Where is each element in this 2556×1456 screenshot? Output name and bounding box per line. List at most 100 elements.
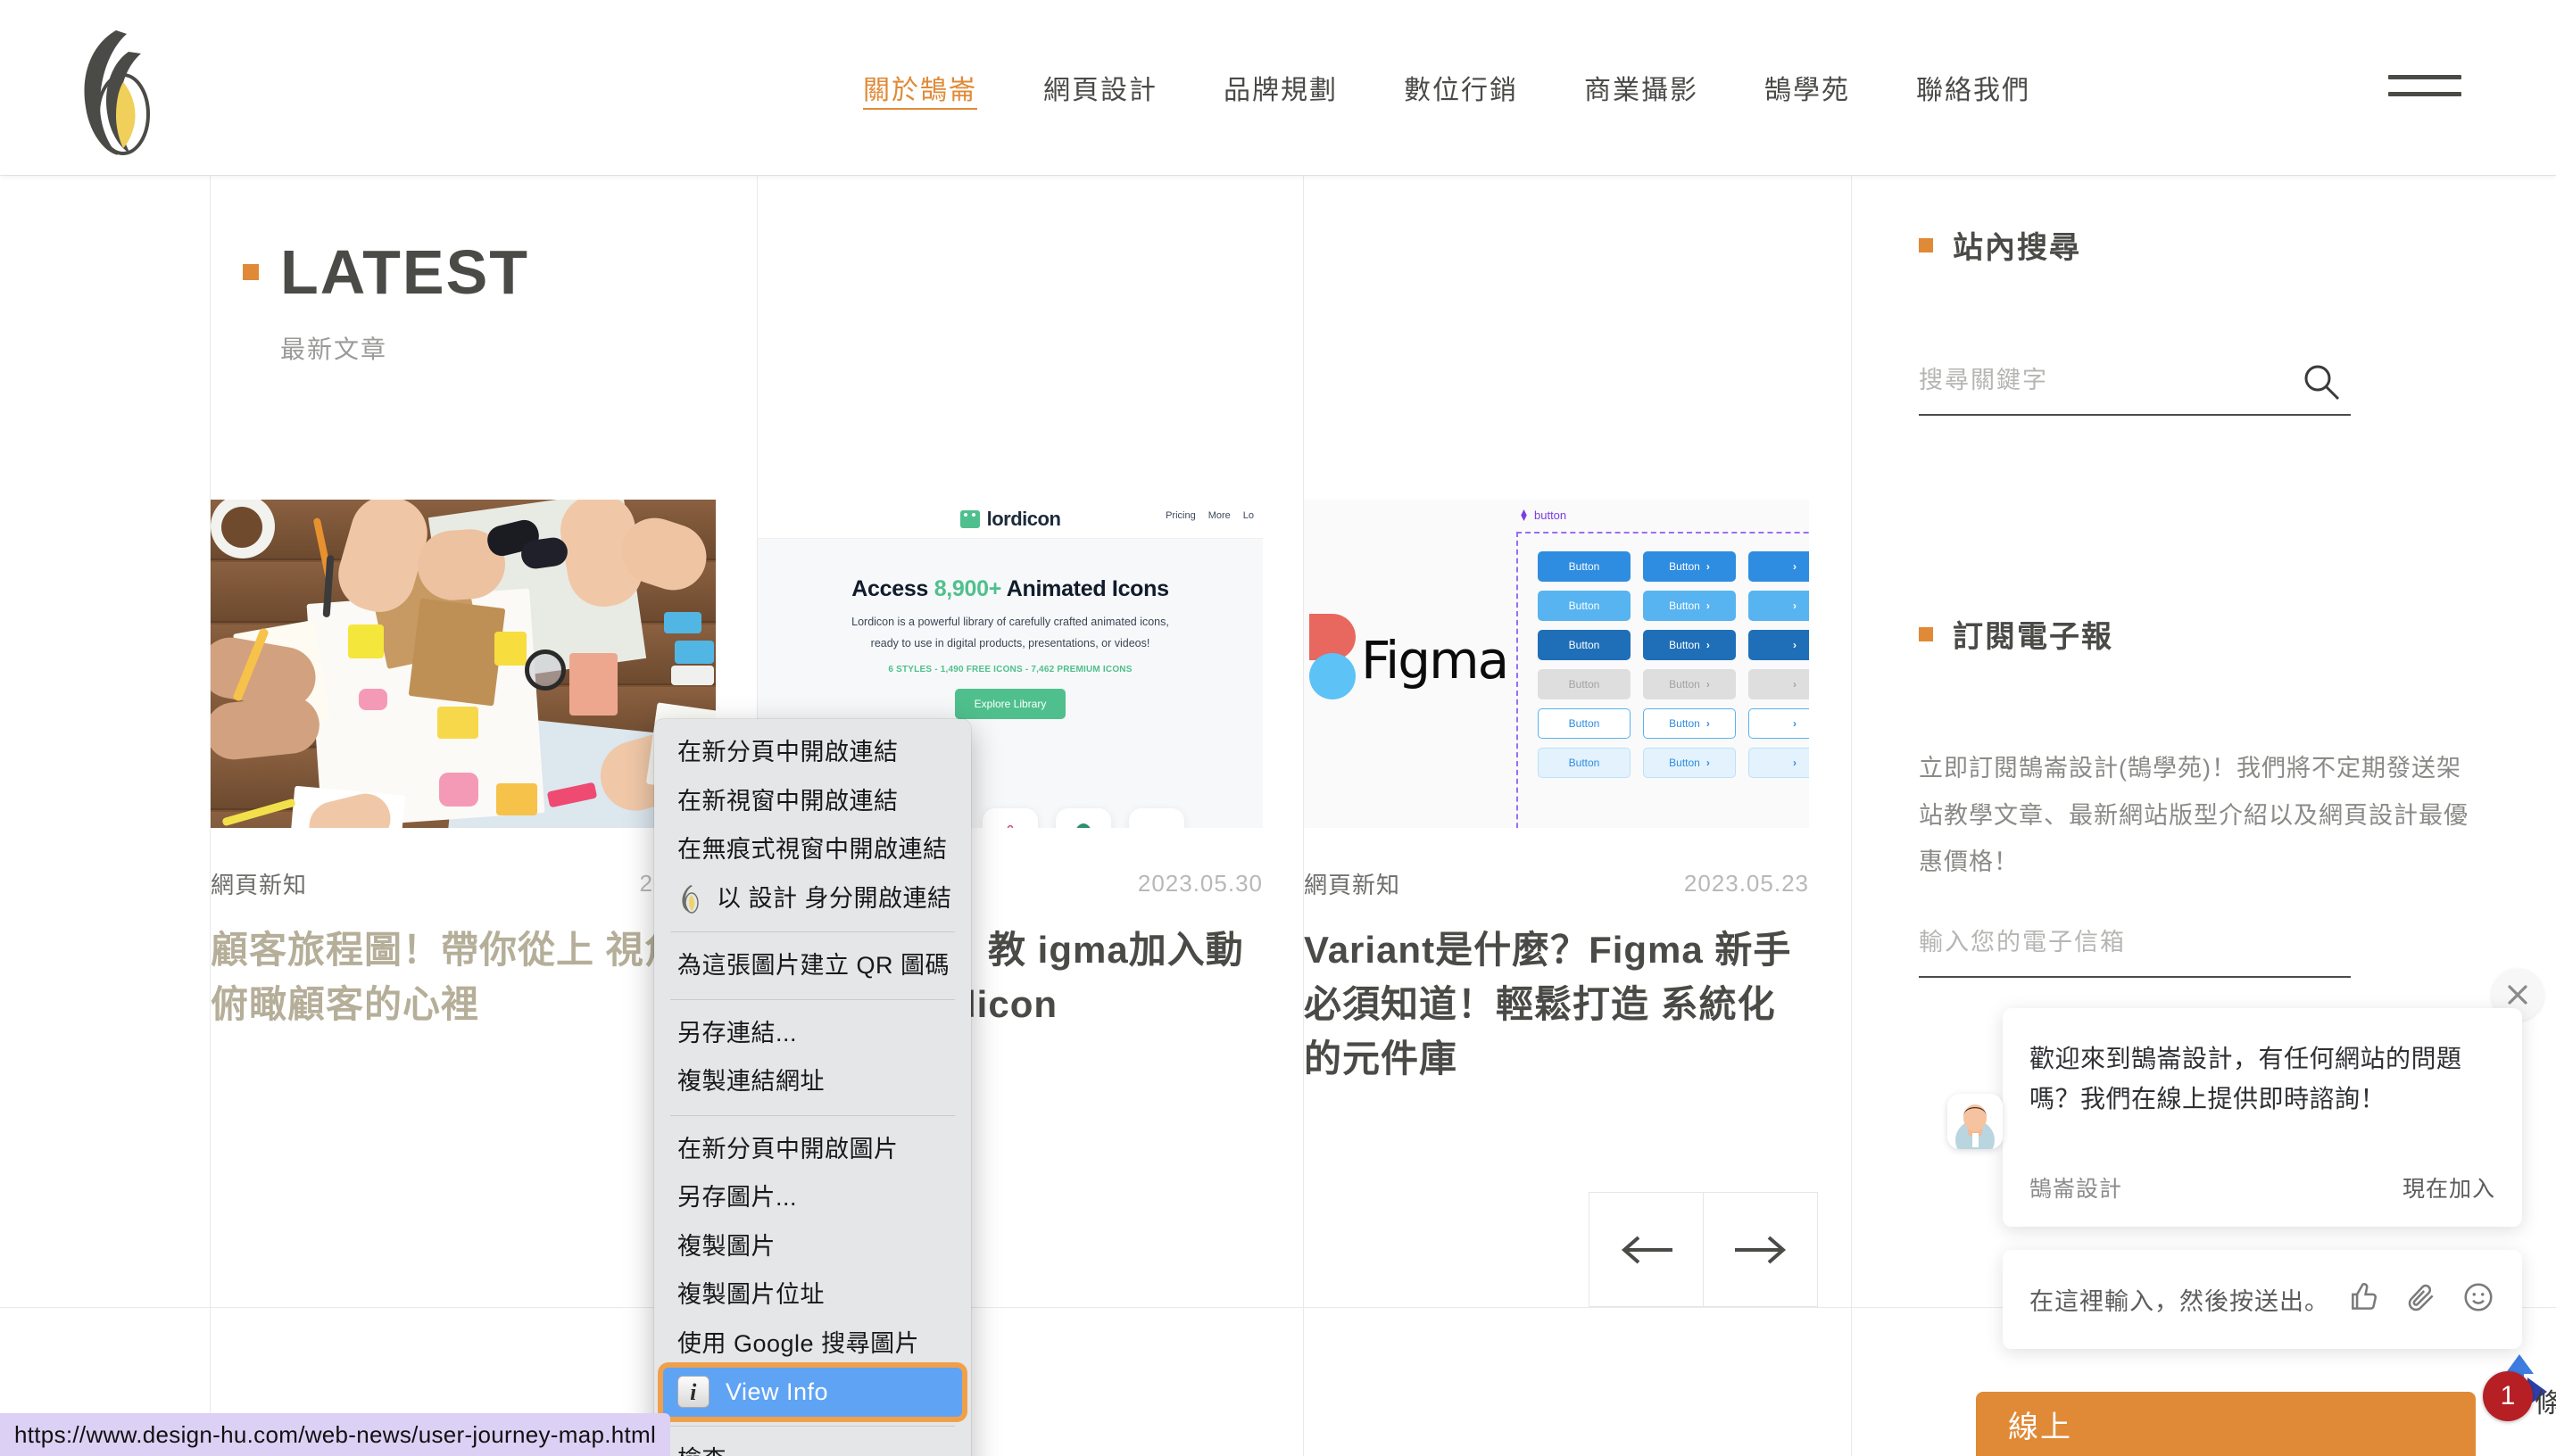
carousel-prev-button[interactable]: [1589, 1192, 1704, 1307]
browser-status-bar-url: https://www.design-hu.com/web-news/user-…: [0, 1413, 671, 1456]
context-menu-item-open-incognito[interactable]: 在無痕式視窗中開啟連結: [654, 825, 971, 874]
figma-button-label: Button: [1669, 678, 1700, 691]
figma-button-variant: Button: [1538, 630, 1631, 660]
figma-variant-buttons-screenshot[interactable]: Figma button Button Button › › Button But…: [1304, 500, 1809, 828]
figma-button-label: Button: [1568, 600, 1600, 612]
search-field[interactable]: [1919, 365, 2351, 416]
lordicon-mini-nav: Pricing More Lo: [1166, 510, 1254, 521]
article-title[interactable]: Variant是什麼？Figma 新手必須知道！輕鬆打造 系統化的元件庫: [1304, 923, 1809, 1087]
search-input[interactable]: [1919, 367, 2303, 394]
newsletter-widget-title: 訂閱電子報: [1953, 620, 2113, 654]
arrow-right-icon: [1734, 1235, 1786, 1264]
agent-avatar: [1947, 1094, 2003, 1149]
newsletter-description: 立即訂閱鵠崙設計(鵠學苑)！我們將不定期發送架站教學文章、最新網站版型介紹以及網…: [1919, 755, 2469, 876]
context-menu-item-inspect[interactable]: 檢查: [654, 1435, 971, 1456]
online-status-bar[interactable]: 線上: [1976, 1392, 2476, 1456]
context-menu-separator: [670, 931, 955, 932]
paperclip-icon[interactable]: [2404, 1280, 2438, 1319]
carousel-next-button[interactable]: [1703, 1192, 1818, 1307]
nav-item-web-design[interactable]: 網頁設計: [1010, 68, 1191, 107]
nav-item-branding[interactable]: 品牌規劃: [1191, 68, 1371, 107]
figma-button-variant: Button ›: [1643, 748, 1736, 778]
carousel-controls: [1589, 1192, 1818, 1307]
nav-item-digital-marketing[interactable]: 數位行銷: [1371, 68, 1551, 107]
lordicon-wordmark: lordicon: [986, 507, 1061, 530]
page-subtitle: 最新文章: [280, 335, 388, 363]
context-menu-item-create-qr[interactable]: 為這張圖片建立 QR 圖碼: [654, 941, 971, 990]
context-menu-item-view-info-label: View Info: [726, 1378, 829, 1405]
lordicon-nav-pricing: Pricing: [1166, 510, 1196, 521]
live-chat-widget: 歡迎來到鵠崙設計，有任何網站的問題嗎？我們在線上提供即時諮詢！ 鵠崙設計 現在加…: [1947, 969, 2544, 1349]
figma-button-variant: ›: [1748, 551, 1809, 582]
online-status-label: 線上: [2008, 1410, 2072, 1444]
site-search-widget: 站內搜尋: [1919, 223, 2472, 416]
figma-button-variant: Button: [1538, 669, 1631, 699]
figma-button-label: Button: [1669, 717, 1700, 730]
article-category[interactable]: 網頁新知: [211, 867, 307, 900]
figma-button-variant: ›: [1748, 630, 1809, 660]
figma-button-label: Button: [1669, 560, 1700, 573]
chat-input-bar[interactable]: 在這裡輸入，然後按送出。: [2003, 1249, 2522, 1349]
latest-section-heading: LATEST 最新文章: [243, 241, 529, 366]
figma-button-variant: ›: [1748, 669, 1809, 699]
browser-context-menu: 在新分頁中開啟連結 在新視窗中開啟連結 在無痕式視窗中開啟連結 以 設計 身分開…: [654, 719, 971, 1456]
context-menu-item-open-new-tab[interactable]: 在新分頁中開啟連結: [654, 728, 971, 777]
context-menu-separator: [670, 1114, 955, 1116]
lordicon-headline-number: 8,900+: [934, 576, 1002, 601]
context-menu-separator: [670, 998, 955, 1000]
context-menu-item-view-info[interactable]: i View Info: [663, 1368, 962, 1417]
search-icon[interactable]: [2301, 361, 2342, 407]
article-card[interactable]: Figma button Button Button › › Button But…: [1304, 500, 1809, 1087]
article-date: 2023.05.23: [1683, 870, 1809, 897]
context-menu-item-open-as-profile-label: 以 設計 身分開啟連結: [717, 884, 952, 912]
article-card[interactable]: 網頁新知 2023.0 顧客旅程圖！帶你從上 視角俯瞰顧客的心裡: [211, 500, 716, 1032]
email-field[interactable]: [1919, 928, 2351, 978]
figma-button-label: Button: [1568, 560, 1600, 573]
context-menu-item-save-link-as[interactable]: 另存連結...: [654, 1009, 971, 1058]
nav-item-academy[interactable]: 鵠學苑: [1731, 68, 1883, 107]
hamburger-icon[interactable]: [2388, 75, 2461, 102]
article-category[interactable]: 網頁新知: [1304, 867, 1400, 900]
lordicon-nav-more: More: [1207, 510, 1231, 521]
hu-design-bird-logo[interactable]: [64, 25, 171, 155]
figma-wordmark: Figma: [1361, 630, 1509, 691]
figma-button-variant: Button ›: [1643, 708, 1736, 739]
figma-button-variant: Button: [1538, 708, 1631, 739]
nav-item-about[interactable]: 關於鵠崙: [830, 68, 1010, 107]
lordicon-paragraph-line2: ready to use in digital products, presen…: [870, 636, 1150, 649]
context-menu-item-copy-link-address[interactable]: 複製連結網址: [654, 1057, 971, 1106]
context-menu-item-copy-image[interactable]: 複製圖片: [654, 1222, 971, 1271]
figma-button-variant: Button ›: [1643, 630, 1736, 660]
lordicon-logo-icon: [959, 509, 980, 528]
figma-button-variant: Button ›: [1643, 551, 1736, 582]
context-menu-item-copy-image-address[interactable]: 複製圖片位址: [654, 1270, 971, 1320]
profile-favicon: [677, 883, 704, 914]
chat-input-placeholder[interactable]: 在這裡輸入，然後按送出。: [2029, 1282, 2329, 1317]
lordicon-headline-post: Animated Icons: [1001, 576, 1169, 601]
emoji-icon[interactable]: [2461, 1280, 2495, 1319]
context-menu-item-open-image-new-tab[interactable]: 在新分頁中開啟圖片: [654, 1125, 971, 1174]
figma-button-label: Button: [1568, 717, 1600, 730]
nav-item-contact[interactable]: 聯絡我們: [1883, 68, 2063, 107]
lordicon-tile-yoga-icon: [983, 808, 1038, 828]
unread-count-badge: 1: [2483, 1371, 2533, 1421]
email-input[interactable]: [1919, 928, 2351, 956]
context-menu-item-search-image-google[interactable]: 使用 Google 搜尋圖片: [654, 1320, 971, 1369]
nav-item-commercial-photography[interactable]: 商業攝影: [1551, 68, 1731, 107]
figma-button-variant: ›: [1748, 708, 1809, 739]
main-nav: 關於鵠崙 網頁設計 品牌規劃 數位行銷 商業攝影 鵠學苑 聯絡我們: [830, 0, 2063, 175]
context-menu-item-save-image-as[interactable]: 另存圖片...: [654, 1173, 971, 1222]
figma-button-label: Button: [1669, 600, 1700, 612]
context-menu-item-open-as-profile[interactable]: 以 設計 身分開啟連結: [654, 874, 971, 923]
thumbs-up-icon[interactable]: [2347, 1280, 2381, 1319]
figma-button-label: Button: [1568, 639, 1600, 651]
context-menu-item-open-new-window[interactable]: 在新視窗中開啟連結: [654, 777, 971, 826]
team-brainstorm-desk-photo[interactable]: [211, 500, 716, 828]
context-menu-separator: [670, 1425, 955, 1427]
article-title[interactable]: 顧客旅程圖！帶你從上 視角俯瞰顧客的心裡: [211, 923, 716, 1032]
figma-logo-icon: [1309, 614, 1356, 699]
lordicon-tile-avocado-icon: [1056, 808, 1111, 828]
chat-join-link[interactable]: 現在加入: [2402, 1171, 2495, 1204]
lordicon-nav-lo: Lo: [1242, 510, 1254, 521]
figma-button-label: Button: [1669, 639, 1700, 651]
